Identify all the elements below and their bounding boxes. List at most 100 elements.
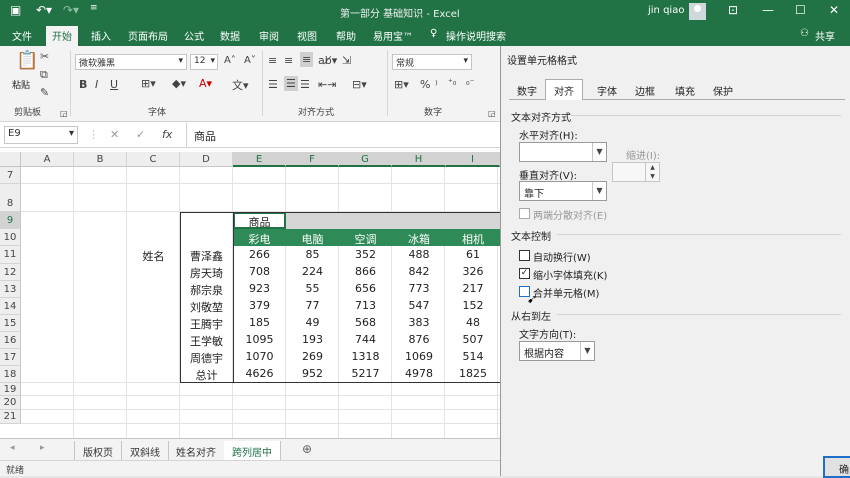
- formula-content[interactable]: 商品: [194, 128, 216, 144]
- increase-font-icon[interactable]: A˄: [224, 55, 236, 66]
- name-box[interactable]: E9 ▾: [4, 126, 78, 144]
- column-header[interactable]: A: [21, 152, 74, 167]
- merge-center-icon[interactable]: ⊟▾: [352, 78, 367, 91]
- scroll-right-icon[interactable]: ▸: [40, 443, 45, 453]
- value-cell[interactable]: 1318: [339, 350, 392, 363]
- value-cell[interactable]: 269: [286, 350, 339, 363]
- align-right-icon[interactable]: ☰: [300, 78, 310, 91]
- value-cell[interactable]: 773: [392, 282, 446, 295]
- value-cell[interactable]: 224: [286, 265, 339, 278]
- value-cell[interactable]: 193: [286, 333, 339, 346]
- wrap-text-icon[interactable]: ⇲: [342, 54, 351, 67]
- tab-data[interactable]: 数据: [220, 28, 240, 43]
- value-cell[interactable]: 1069: [392, 350, 446, 363]
- row-header[interactable]: 19: [0, 383, 21, 396]
- save-icon[interactable]: ▣: [10, 3, 21, 17]
- row-header[interactable]: 16: [0, 332, 21, 349]
- minimize-icon[interactable]: —: [762, 3, 774, 17]
- underline-button[interactable]: U: [110, 78, 118, 91]
- row-header[interactable]: 7: [0, 167, 21, 184]
- tab-insert[interactable]: 插入: [91, 28, 111, 43]
- percent-button[interactable]: %: [420, 78, 430, 91]
- avatar[interactable]: [689, 3, 706, 20]
- side-label[interactable]: 姓名: [127, 248, 180, 264]
- column-header[interactable]: E: [233, 152, 286, 167]
- value-cell[interactable]: 326: [446, 265, 500, 278]
- tab-font[interactable]: 字体: [589, 80, 625, 99]
- value-cell[interactable]: 77: [286, 299, 339, 312]
- row-header[interactable]: 20: [0, 396, 21, 410]
- cut-icon[interactable]: ✂: [40, 50, 49, 63]
- increase-decimal-icon[interactable]: ⁺₀: [448, 78, 456, 88]
- cancel-icon[interactable]: ✕: [110, 128, 119, 141]
- tab-view[interactable]: 视图: [297, 28, 317, 43]
- redo-icon[interactable]: ↷▾: [63, 3, 79, 17]
- paste-label[interactable]: 粘贴: [12, 78, 30, 91]
- value-cell[interactable]: 744: [339, 333, 392, 346]
- user-name[interactable]: jin qiao: [648, 5, 684, 16]
- enter-icon[interactable]: ✓: [136, 128, 145, 141]
- value-cell[interactable]: 514: [446, 350, 500, 363]
- italic-button[interactable]: I: [95, 78, 98, 91]
- font-size-select[interactable]: 12 ▾: [190, 54, 218, 70]
- tab-fill[interactable]: 填充: [667, 80, 703, 99]
- row-header[interactable]: 10: [0, 229, 21, 246]
- sheet-tab[interactable]: 版权页: [74, 441, 122, 462]
- clipboard-launcher-icon[interactable]: ◲: [60, 109, 68, 118]
- total-cell[interactable]: 4626: [233, 367, 286, 380]
- tab-review[interactable]: 审阅: [259, 28, 279, 43]
- column-header[interactable]: G: [339, 152, 392, 167]
- undo-icon[interactable]: ↶▾: [36, 3, 52, 17]
- tab-easy-tools[interactable]: 易用宝™: [373, 28, 413, 43]
- row-header[interactable]: 15: [0, 315, 21, 332]
- indent-icon[interactable]: ⇤⇥: [318, 78, 336, 91]
- value-cell[interactable]: 713: [339, 299, 392, 312]
- tab-help[interactable]: 帮助: [336, 28, 356, 43]
- copy-icon[interactable]: ⧉: [40, 68, 48, 82]
- orientation-icon[interactable]: ab̸▾: [318, 54, 337, 67]
- row-header[interactable]: 8: [0, 184, 21, 212]
- ribbon-display-icon[interactable]: ⊡: [728, 3, 738, 17]
- column-header[interactable]: C: [127, 152, 180, 167]
- value-cell[interactable]: 379: [233, 299, 286, 312]
- number-launcher-icon[interactable]: ◲: [488, 109, 496, 118]
- tab-file[interactable]: 文件: [12, 28, 32, 43]
- value-cell[interactable]: 48: [446, 316, 500, 329]
- align-top-icon[interactable]: ≡: [268, 54, 277, 67]
- total-cell[interactable]: 952: [286, 367, 339, 380]
- column-header[interactable]: I: [446, 152, 500, 167]
- value-cell[interactable]: 656: [339, 282, 392, 295]
- bold-button[interactable]: B: [79, 78, 87, 91]
- column-header[interactable]: F: [286, 152, 339, 167]
- ok-button[interactable]: 确: [823, 456, 850, 478]
- wrap-text-checkbox[interactable]: [519, 250, 530, 261]
- total-label[interactable]: 总计: [180, 367, 233, 383]
- tab-formulas[interactable]: 公式: [184, 28, 204, 43]
- borders-icon[interactable]: ⊞▾: [141, 77, 156, 90]
- format-painter-icon[interactable]: ✎: [40, 86, 49, 99]
- value-cell[interactable]: 866: [339, 265, 392, 278]
- name-cell[interactable]: 曹泽鑫: [180, 248, 233, 264]
- row-header[interactable]: 13: [0, 281, 21, 298]
- phonetic-icon[interactable]: 文▾: [232, 77, 249, 93]
- row-header[interactable]: 12: [0, 264, 21, 281]
- decrease-font-icon[interactable]: A˅: [244, 55, 256, 66]
- customize-icon[interactable]: ≡: [90, 3, 98, 13]
- scroll-left-icon[interactable]: ◂: [10, 443, 15, 453]
- total-cell[interactable]: 1825: [446, 367, 500, 380]
- total-cell[interactable]: 4978: [392, 367, 446, 380]
- name-cell[interactable]: 周德宇: [180, 350, 233, 366]
- value-cell[interactable]: 217: [446, 282, 500, 295]
- direction-select[interactable]: 根据内容 ▼: [519, 341, 595, 361]
- select-all-corner[interactable]: [0, 152, 21, 167]
- value-cell[interactable]: 383: [392, 316, 446, 329]
- value-cell[interactable]: 152: [446, 299, 500, 312]
- value-cell[interactable]: 507: [446, 333, 500, 346]
- value-cell[interactable]: 185: [233, 316, 286, 329]
- value-cell[interactable]: 1070: [233, 350, 286, 363]
- value-cell[interactable]: 85: [286, 248, 339, 261]
- sheet-tab[interactable]: 双斜线: [122, 441, 169, 462]
- value-cell[interactable]: 923: [233, 282, 286, 295]
- value-cell[interactable]: 568: [339, 316, 392, 329]
- column-header[interactable]: B: [74, 152, 127, 167]
